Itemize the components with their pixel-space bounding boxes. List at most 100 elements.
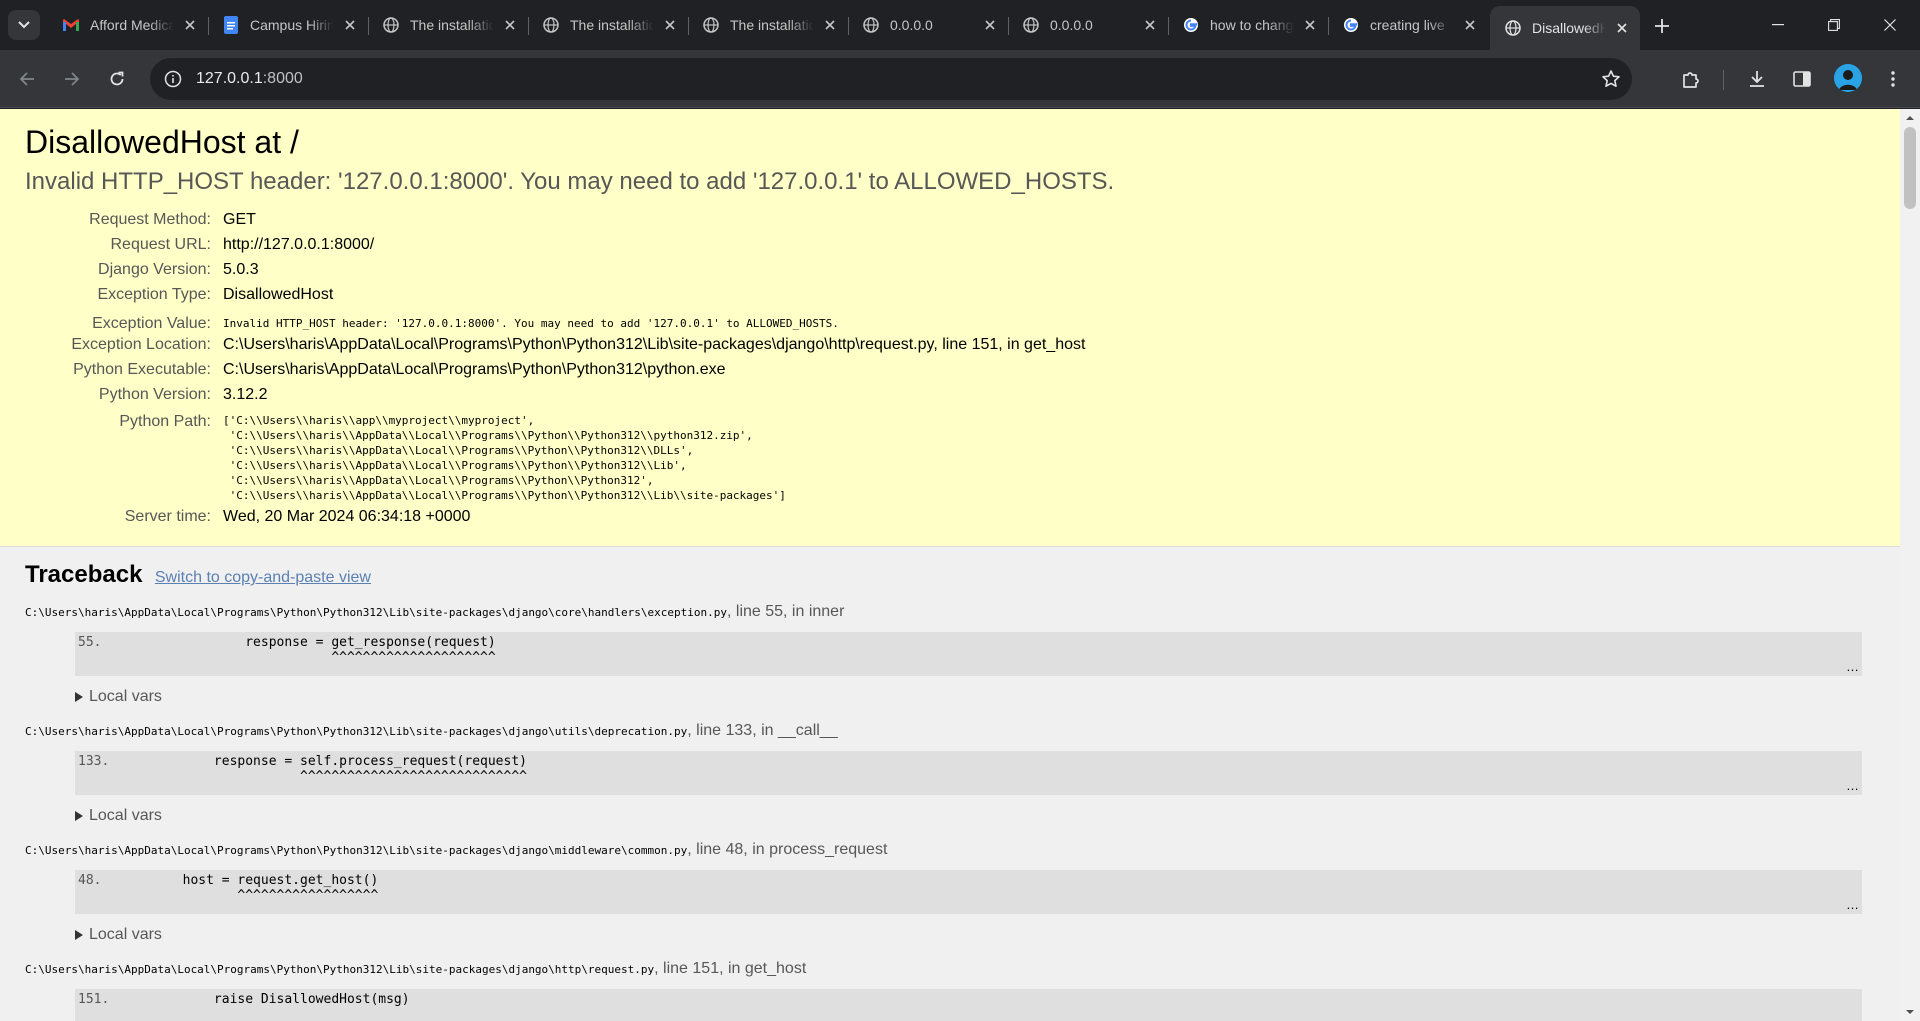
request-meta-table: Request Method: GET Request URL: http://… xyxy=(25,211,1875,533)
error-summary: DisallowedHost at / Invalid HTTP_HOST he… xyxy=(0,109,1900,547)
expand-context-icon[interactable]: … xyxy=(1846,897,1859,912)
frame-file-line: C:\Users\haris\AppData\Local\Programs\Py… xyxy=(25,960,1875,978)
scroll-down-icon[interactable] xyxy=(1905,1007,1915,1017)
page-scrollbar[interactable] xyxy=(1900,109,1920,1021)
close-window-button[interactable] xyxy=(1862,0,1918,50)
expand-context-icon[interactable]: … xyxy=(1846,778,1859,793)
docs-icon xyxy=(222,16,240,34)
tab-title: The installation xyxy=(410,17,494,33)
tab-installation-2[interactable]: The installation xyxy=(528,8,689,42)
address-bar[interactable]: 127.0.0.1:8000 xyxy=(150,58,1632,100)
frame-filename: C:\Users\haris\AppData\Local\Programs\Py… xyxy=(25,844,688,857)
close-tab-icon[interactable] xyxy=(660,15,680,35)
tab-0000-1[interactable]: 0.0.0.0 xyxy=(848,8,1009,42)
restore-button[interactable] xyxy=(1806,0,1862,50)
frame-file-line: C:\Users\haris\AppData\Local\Programs\Py… xyxy=(25,722,1875,740)
close-tab-icon[interactable] xyxy=(340,15,360,35)
meta-label: Python Executable: xyxy=(73,361,211,378)
globe-icon xyxy=(1504,19,1522,37)
forward-button[interactable] xyxy=(55,62,89,96)
frame-location: , line 151, in get_host xyxy=(654,960,807,977)
meta-row-python-version: Python Version: 3.12.2 xyxy=(25,386,1875,411)
local-vars-toggle[interactable]: Local vars xyxy=(75,926,1875,944)
avatar-image xyxy=(1834,64,1862,92)
meta-value: 3.12.2 xyxy=(223,386,268,403)
restore-icon xyxy=(1828,19,1840,31)
meta-value: Invalid HTTP_HOST header: '127.0.0.1:800… xyxy=(223,317,839,330)
triangle-right-icon xyxy=(75,930,83,940)
extensions-button[interactable] xyxy=(1674,62,1708,96)
page-viewport: DisallowedHost at / Invalid HTTP_HOST he… xyxy=(0,109,1920,1021)
browser-menu-button[interactable] xyxy=(1876,62,1910,96)
url-port: :8000 xyxy=(262,70,303,87)
toolbar-divider xyxy=(1723,70,1724,90)
tab-afford-medical[interactable]: Afford Medical xyxy=(48,8,209,42)
frame-file-line: C:\Users\haris\AppData\Local\Programs\Py… xyxy=(25,603,1875,621)
meta-value: Wed, 20 Mar 2024 06:34:18 +0000 xyxy=(223,508,471,525)
meta-value: ['C:\\Users\\haris\\app\\myproject\\mypr… xyxy=(223,414,786,502)
tab-how-to-change[interactable]: how to change xyxy=(1168,8,1329,42)
puzzle-icon xyxy=(1683,72,1699,88)
frame-code-context[interactable]: 133. response = self.process_request(req… xyxy=(75,751,1862,795)
meta-value: http://127.0.0.1:8000/ xyxy=(223,236,375,253)
gmail-icon xyxy=(62,16,80,34)
downloads-button[interactable] xyxy=(1740,62,1774,96)
minimize-button[interactable] xyxy=(1750,0,1806,50)
tab-title: how to change xyxy=(1210,17,1294,33)
globe-icon xyxy=(862,16,880,34)
close-tab-icon[interactable] xyxy=(1460,15,1480,35)
close-tab-icon[interactable] xyxy=(500,15,520,35)
tab-campus-hiring[interactable]: Campus Hiring xyxy=(208,8,369,42)
tab-0000-2[interactable]: 0.0.0.0 xyxy=(1008,8,1169,42)
frame-code-context[interactable]: 151. raise DisallowedHost(msg) xyxy=(75,989,1862,1021)
frame-code-context[interactable]: 48. host = request.get_host() ^^^^^^^^^^… xyxy=(75,870,1862,914)
local-vars-toggle[interactable]: Local vars xyxy=(75,688,1875,706)
bookmark-star-icon[interactable] xyxy=(1598,66,1624,92)
close-tab-icon[interactable] xyxy=(820,15,840,35)
profile-avatar[interactable] xyxy=(1834,64,1862,92)
local-vars-toggle[interactable]: Local vars xyxy=(75,807,1875,825)
tab-creating-live[interactable]: creating live xyxy=(1328,8,1488,42)
tab-search-button[interactable] xyxy=(8,10,40,40)
side-panel-icon xyxy=(1793,71,1811,87)
side-panel-button[interactable] xyxy=(1785,62,1819,96)
meta-row-exception-type: Exception Type: DisallowedHost xyxy=(25,286,1875,311)
tab-title: 0.0.0.0 xyxy=(1050,17,1093,33)
tab-installation-1[interactable]: The installation xyxy=(368,8,529,42)
back-button[interactable] xyxy=(10,62,44,96)
frame-location: , line 48, in process_request xyxy=(687,841,888,858)
meta-row-django-version: Django Version: 5.0.3 xyxy=(25,261,1875,286)
reload-button[interactable] xyxy=(100,62,134,96)
close-tab-icon[interactable] xyxy=(980,15,1000,35)
close-tab-icon[interactable] xyxy=(180,15,200,35)
tab-installation-3[interactable]: The installation xyxy=(688,8,849,42)
close-tab-icon[interactable] xyxy=(1612,18,1632,38)
django-error-page: DisallowedHost at / Invalid HTTP_HOST he… xyxy=(0,109,1900,1021)
plus-icon xyxy=(1655,19,1669,33)
site-info-icon[interactable] xyxy=(160,66,186,92)
meta-label: Exception Type: xyxy=(97,286,211,303)
switch-to-copy-paste-link[interactable]: Switch to copy-and-paste view xyxy=(155,569,371,586)
expand-context-icon[interactable]: … xyxy=(1846,659,1859,674)
close-tab-icon[interactable] xyxy=(1140,15,1160,35)
close-tab-icon[interactable] xyxy=(1300,15,1320,35)
traceback-heading: Traceback xyxy=(25,561,143,588)
meta-label: Exception Location: xyxy=(71,336,211,353)
tab-disallowedhost-active[interactable]: DisallowedHost xyxy=(1490,6,1640,50)
globe-icon xyxy=(382,16,400,34)
meta-row-python-executable: Python Executable: C:\Users\haris\AppDat… xyxy=(25,361,1875,386)
url-text[interactable]: 127.0.0.1:8000 xyxy=(196,70,303,88)
local-vars-label: Local vars xyxy=(89,807,162,824)
scroll-up-icon[interactable] xyxy=(1905,113,1915,123)
download-icon xyxy=(1750,71,1764,87)
traceback-section: Traceback Switch to copy-and-paste view … xyxy=(0,547,1900,1021)
meta-row-python-path: Python Path: ['C:\\Users\\haris\\app\\my… xyxy=(25,411,1875,508)
meta-row-request-method: Request Method: GET xyxy=(25,211,1875,236)
new-tab-button[interactable] xyxy=(1648,12,1676,40)
close-icon xyxy=(1884,19,1896,31)
scrollbar-thumb[interactable] xyxy=(1904,127,1916,209)
frame-filename: C:\Users\haris\AppData\Local\Programs\Py… xyxy=(25,606,727,619)
meta-value: C:\Users\haris\AppData\Local\Programs\Py… xyxy=(223,336,1086,353)
triangle-right-icon xyxy=(75,692,83,702)
frame-code-context[interactable]: 55. response = get_response(request) ^^^… xyxy=(75,632,1862,676)
